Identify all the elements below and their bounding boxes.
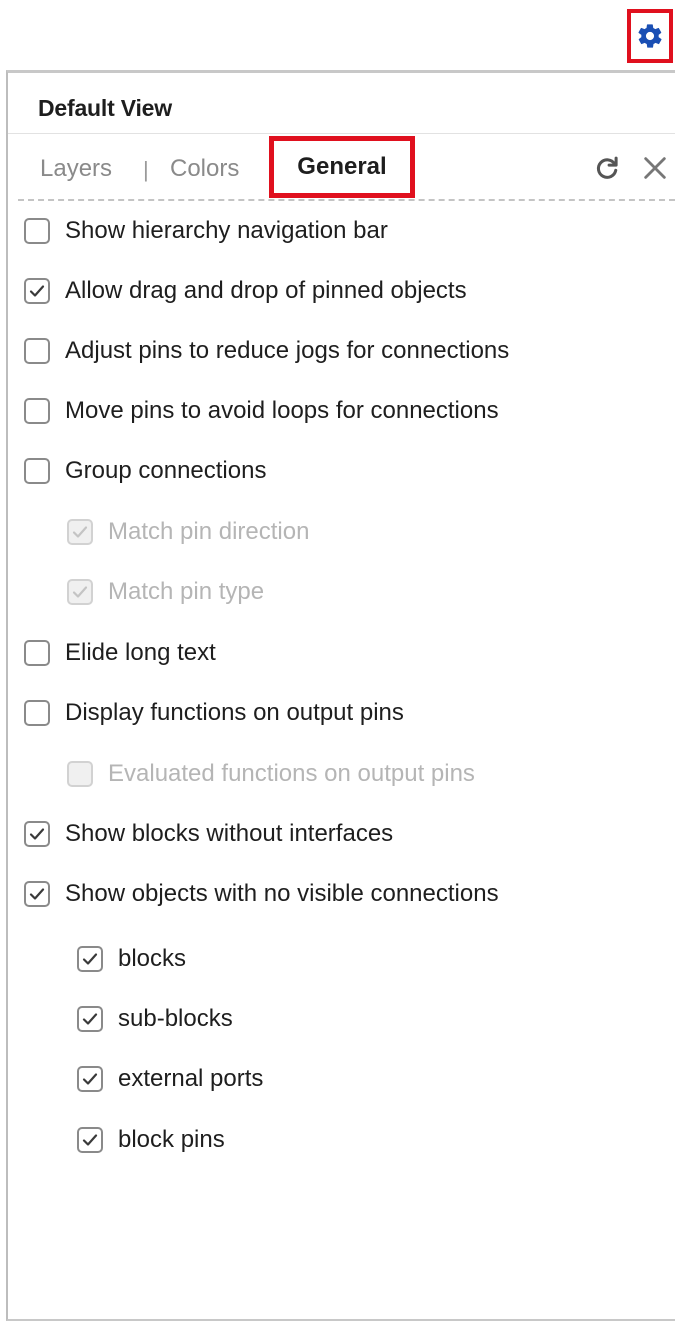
tab-general[interactable]: General	[269, 136, 415, 198]
tab-colors[interactable]: Colors	[170, 155, 239, 183]
option-label: Match pin direction	[108, 518, 310, 545]
option-checkbox[interactable]	[24, 218, 50, 244]
tab-separator: |	[143, 157, 149, 182]
option-label: Match pin type	[108, 578, 265, 605]
option-label: Display functions on output pins	[65, 699, 404, 726]
option-checkbox	[67, 579, 93, 605]
option-row[interactable]: sub-blocks	[77, 999, 233, 1039]
option-row[interactable]: Allow drag and drop of pinned objects	[24, 271, 467, 311]
option-row[interactable]: Show hierarchy navigation bar	[24, 211, 388, 251]
option-checkbox[interactable]	[77, 1006, 103, 1032]
option-row[interactable]: block pins	[77, 1120, 225, 1160]
gear-icon	[636, 22, 664, 50]
checkmark-icon	[72, 586, 88, 598]
option-label: blocks	[118, 945, 187, 972]
option-label: Show blocks without interfaces	[65, 820, 394, 847]
option-row[interactable]: Adjust pins to reduce jogs for connectio…	[24, 331, 509, 371]
checkmark-icon	[82, 1013, 98, 1025]
checkmark-icon	[82, 953, 98, 965]
option-row[interactable]: Group connections	[24, 451, 266, 491]
option-label: Adjust pins to reduce jogs for connectio…	[65, 337, 510, 364]
option-checkbox[interactable]	[24, 640, 50, 666]
option-label: Show hierarchy navigation bar	[65, 217, 388, 244]
option-checkbox[interactable]	[77, 946, 103, 972]
option-checkbox	[67, 519, 93, 545]
option-checkbox[interactable]	[77, 1066, 103, 1092]
option-label: Allow drag and drop of pinned objects	[65, 277, 467, 304]
checkmark-icon	[72, 526, 88, 538]
option-label: external ports	[118, 1065, 264, 1092]
tab-divider	[18, 199, 675, 201]
checkmark-icon	[29, 285, 45, 297]
close-icon	[641, 154, 669, 182]
option-checkbox[interactable]	[24, 458, 50, 484]
settings-button[interactable]	[627, 9, 673, 63]
option-label: sub-blocks	[118, 1005, 233, 1032]
checkmark-icon	[82, 1134, 98, 1146]
option-row[interactable]: Show objects with no visible connections	[24, 874, 499, 914]
option-checkbox	[67, 761, 93, 787]
option-label: Evaluated functions on output pins	[108, 760, 475, 787]
option-checkbox[interactable]	[24, 398, 50, 424]
option-checkbox[interactable]	[24, 338, 50, 364]
panel-header: Default View	[8, 73, 675, 134]
option-checkbox[interactable]	[24, 700, 50, 726]
tab-layers[interactable]: Layers	[40, 155, 112, 183]
option-label: Group connections	[65, 457, 267, 484]
option-label: Move pins to avoid loops for connections	[65, 397, 499, 424]
option-label: Elide long text	[65, 639, 216, 666]
option-row[interactable]: blocks	[77, 939, 186, 979]
tab-bar: Layers | Colors General	[8, 133, 675, 201]
option-row[interactable]: Elide long text	[24, 633, 216, 673]
option-label: block pins	[118, 1126, 225, 1153]
option-row[interactable]: Move pins to avoid loops for connections	[24, 391, 499, 431]
option-row[interactable]: Display functions on output pins	[24, 693, 404, 733]
option-checkbox[interactable]	[24, 881, 50, 907]
refresh-icon	[593, 154, 621, 182]
tab-general-label: General	[297, 153, 387, 180]
checkmark-icon	[29, 888, 45, 900]
option-row: Match pin direction	[67, 512, 309, 552]
option-checkbox[interactable]	[77, 1127, 103, 1153]
checkmark-icon	[82, 1073, 98, 1085]
option-row: Evaluated functions on output pins	[67, 754, 475, 794]
refresh-button[interactable]	[590, 151, 624, 185]
option-row[interactable]: Show blocks without interfaces	[24, 814, 393, 854]
checkmark-icon	[29, 828, 45, 840]
option-checkbox[interactable]	[24, 278, 50, 304]
option-row: Match pin type	[67, 572, 264, 612]
panel-title: Default View	[38, 95, 172, 121]
option-row[interactable]: external ports	[77, 1059, 263, 1099]
option-label: Show objects with no visible connections	[65, 880, 499, 907]
option-checkbox[interactable]	[24, 821, 50, 847]
close-button[interactable]	[638, 151, 672, 185]
